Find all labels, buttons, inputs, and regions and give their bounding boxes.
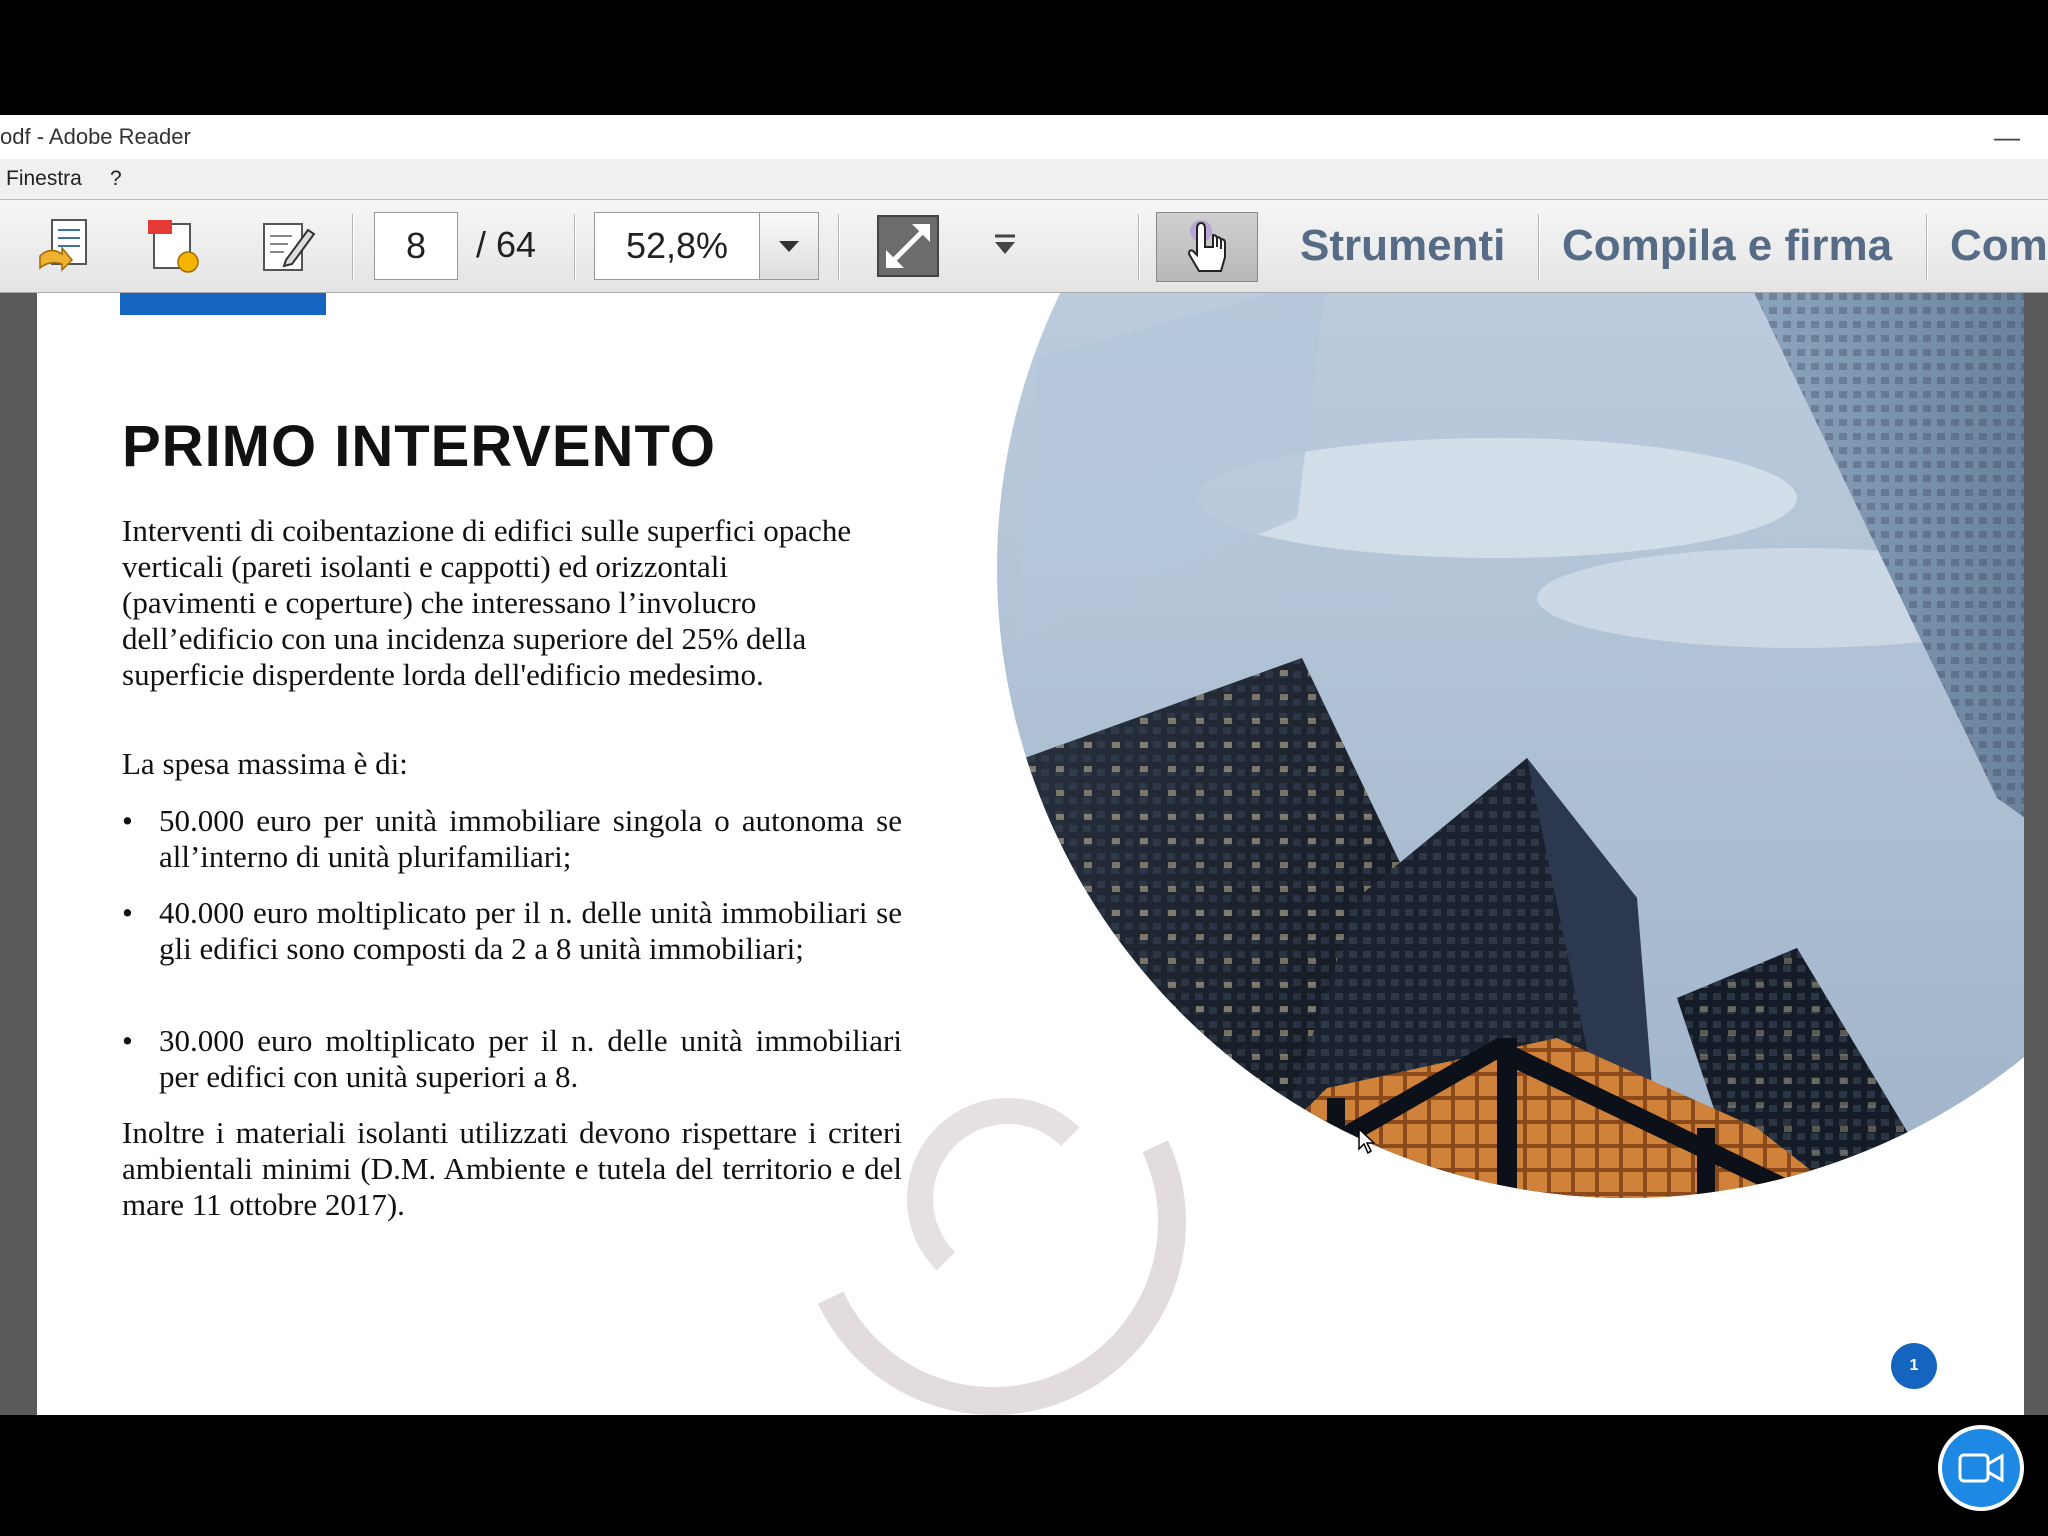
panel-commento[interactable]: Com: [1950, 200, 2048, 292]
document-viewer[interactable]: PRIMO INTERVENTO Interventi di coibentaz…: [0, 293, 2048, 1415]
minimize-button[interactable]: —: [1994, 115, 2020, 159]
toolbar-separator: [838, 214, 840, 280]
panel-strumenti[interactable]: Strumenti: [1300, 200, 1505, 292]
page-total-label: / 64: [476, 224, 537, 265]
panel-compila-e-firma[interactable]: Compila e firma: [1562, 200, 1892, 292]
list-item-text: 40.000 euro moltiplicato per il n. delle…: [159, 895, 902, 966]
intro-paragraph: Interventi di coibentazione di edifici s…: [122, 513, 852, 692]
dropdown-icon[interactable]: [990, 230, 1020, 260]
zoom-input[interactable]: 52,8%: [594, 212, 760, 280]
slide-number-badge: 1: [1891, 1343, 1937, 1389]
touch-mode-button[interactable]: [1156, 212, 1258, 282]
video-camera-button[interactable]: [1938, 1425, 2024, 1511]
window-title: odf - Adobe Reader: [0, 124, 191, 149]
skyscraper-photo: [997, 293, 2024, 1198]
top-black-band: [0, 0, 2048, 115]
bullet-dot: •: [122, 803, 133, 838]
zoom-dropdown-button[interactable]: [759, 212, 819, 280]
toolbar-separator: [1138, 214, 1140, 280]
slide-title: PRIMO INTERVENTO: [122, 414, 716, 479]
outro-paragraph: Inoltre i materiali isolanti utilizzati …: [122, 1115, 902, 1222]
title-bar: odf - Adobe Reader —: [0, 115, 2048, 159]
spesa-heading: La spesa massima è di:: [122, 746, 408, 781]
toolbar-separator: [352, 214, 354, 280]
open-icon[interactable]: [36, 216, 98, 278]
edit-icon[interactable]: [256, 216, 318, 278]
page-number-input[interactable]: 8: [374, 212, 458, 280]
list-item: • 50.000 euro per unità immobiliare sing…: [122, 803, 902, 875]
menu-help[interactable]: ?: [110, 159, 122, 199]
toolbar-separator: [1538, 214, 1540, 280]
mouse-cursor-icon: [1358, 1127, 1376, 1155]
toolbar-separator: [1926, 214, 1928, 280]
list-item: • 30.000 euro moltiplicato per il n. del…: [122, 1023, 902, 1095]
bullet-dot: •: [122, 1023, 133, 1058]
fit-page-icon[interactable]: [876, 214, 940, 278]
video-camera-icon: [1958, 1453, 2004, 1483]
bullet-dot: •: [122, 895, 133, 930]
list-item: • 40.000 euro moltiplicato per il n. del…: [122, 895, 902, 967]
bottom-black-band: [0, 1415, 2048, 1536]
toolbar: 8 / 64 52,8% Strumenti Compila e firma C…: [0, 200, 2048, 293]
accent-bar: [120, 293, 326, 315]
menu-finestra[interactable]: Finestra: [6, 159, 82, 199]
list-item-text: 30.000 euro moltiplicato per il n. delle…: [159, 1023, 902, 1094]
list-item-text: 50.000 euro per unità immobiliare singol…: [159, 803, 902, 874]
pdf-page: PRIMO INTERVENTO Interventi di coibentaz…: [37, 293, 2024, 1415]
create-pdf-icon[interactable]: [142, 216, 204, 278]
toolbar-separator: [574, 214, 576, 280]
touch-hand-icon: [1187, 220, 1226, 272]
menu-bar: Finestra ?: [0, 159, 2048, 200]
